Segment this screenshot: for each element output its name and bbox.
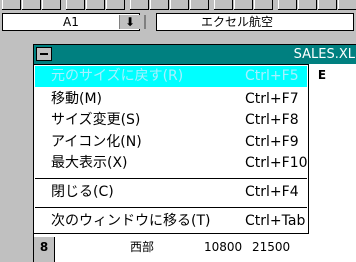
- cell-value-2[interactable]: 21500: [252, 237, 290, 257]
- menu-item-move[interactable]: 移動(M) Ctrl+F7: [35, 89, 307, 110]
- formula-text: エクセル航空: [201, 15, 274, 29]
- toolbar-button[interactable]: [22, 0, 41, 10]
- menu-item-restore[interactable]: 元のサイズに戻す(R) Ctrl+F5: [35, 66, 307, 87]
- toolbar-button[interactable]: [150, 0, 169, 10]
- menu-separator: [35, 207, 307, 208]
- name-box-dropdown-icon[interactable]: ⬇: [119, 15, 140, 29]
- toolbar-button[interactable]: [234, 0, 253, 10]
- menu-item-label: 次のウィンドウに移る(T): [51, 213, 211, 229]
- column-header-e[interactable]: E: [312, 66, 332, 84]
- menu-item-close[interactable]: 閉じる(C) Ctrl+F4: [35, 182, 307, 203]
- toolbar-button[interactable]: [298, 0, 317, 10]
- menu-item-maximize[interactable]: 最大表示(X) Ctrl+F10: [35, 153, 308, 174]
- menu-item-label: 最大表示(X): [51, 155, 128, 171]
- cell-region[interactable]: 西部: [130, 237, 154, 257]
- toolbar-button[interactable]: [190, 0, 209, 10]
- cell-value-1[interactable]: 10800: [204, 237, 242, 257]
- menu-separator: [35, 178, 307, 179]
- menu-item-shortcut: Ctrl+F7: [245, 91, 299, 107]
- menu-item-minimize[interactable]: アイコン化(N) Ctrl+F9: [35, 132, 307, 153]
- toolbar-button[interactable]: [66, 0, 85, 10]
- menu-item-shortcut: Ctrl+F4: [245, 184, 299, 200]
- name-box[interactable]: A1 ⬇: [2, 13, 140, 31]
- toolbar-button[interactable]: [318, 0, 337, 10]
- toolbar: [0, 0, 356, 11]
- formula-input[interactable]: エクセル航空: [156, 13, 354, 31]
- formula-bar-divider: [144, 15, 146, 29]
- menu-item-next-window[interactable]: 次のウィンドウに移る(T) Ctrl+Tab: [35, 211, 307, 232]
- menu-item-label: アイコン化(N): [51, 134, 142, 150]
- toolbar-button[interactable]: [86, 0, 105, 10]
- toolbar-button[interactable]: [130, 0, 149, 10]
- menu-item-shortcut: Ctrl+F8: [245, 112, 299, 128]
- toolbar-button[interactable]: [2, 0, 21, 10]
- menu-item-size[interactable]: サイズ変更(S) Ctrl+F8: [35, 110, 307, 131]
- toolbar-button[interactable]: [170, 0, 189, 10]
- control-menu-icon[interactable]: [36, 47, 52, 61]
- menu-item-label: 閉じる(C): [51, 184, 114, 200]
- toolbar-button[interactable]: [214, 0, 233, 10]
- cell-reference: A1: [63, 15, 79, 29]
- row-header[interactable]: 8: [34, 237, 55, 262]
- toolbar-button[interactable]: [42, 0, 61, 10]
- menu-item-label: サイズ変更(S): [51, 112, 141, 128]
- toolbar-button[interactable]: [338, 0, 356, 10]
- menu-item-label: 元のサイズに戻す(R): [51, 68, 184, 84]
- worksheet-title: SALES.XL: [293, 47, 355, 62]
- toolbar-button[interactable]: [278, 0, 297, 10]
- formula-bar: A1 ⬇ エクセル航空: [0, 11, 356, 35]
- menu-item-label: 移動(M): [51, 91, 103, 107]
- toolbar-button[interactable]: [254, 0, 273, 10]
- menu-item-shortcut: Ctrl+Tab: [245, 213, 306, 229]
- table-row: 8 西部 10800 21500: [34, 237, 356, 262]
- menu-item-shortcut: Ctrl+F5: [245, 68, 299, 84]
- menu-item-shortcut: Ctrl+F9: [245, 134, 299, 150]
- worksheet-titlebar[interactable]: SALES.XL: [34, 45, 356, 64]
- menu-item-shortcut: Ctrl+F10: [245, 155, 308, 171]
- toolbar-button[interactable]: [106, 0, 125, 10]
- control-menu: 元のサイズに戻す(R) Ctrl+F5 移動(M) Ctrl+F7 サイズ変更(…: [33, 64, 309, 234]
